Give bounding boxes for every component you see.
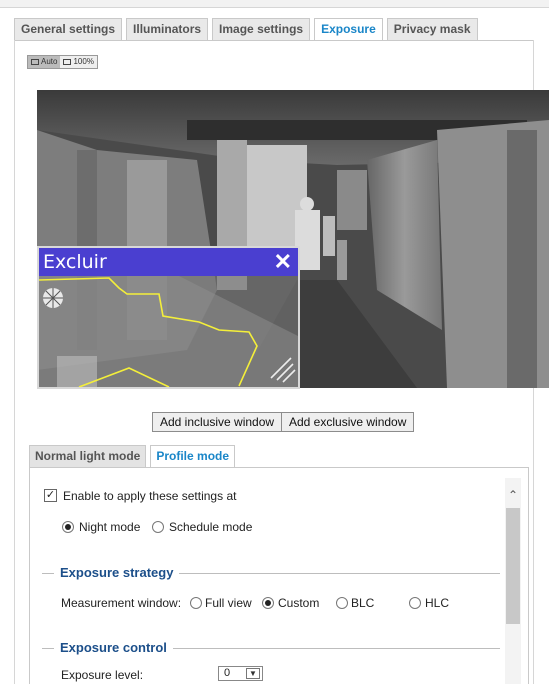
tab-image-settings[interactable]: Image settings [212,18,311,40]
mode-tabs: Normal light mode Profile mode [29,445,239,467]
chevron-down-icon[interactable]: ▼ [246,668,260,679]
exposure-level-value: 0 [224,667,231,679]
night-mode-label: Night mode [79,520,141,534]
tab-general-settings[interactable]: General settings [14,18,123,40]
checkmark-icon: ✓ [45,489,56,501]
chevron-up-icon[interactable]: ⌃ [508,488,518,502]
exclusive-window-header[interactable]: Excluir ✕ [39,248,298,276]
hlc-label: HLC [425,596,450,610]
exposure-control-title: Exposure control [54,640,173,655]
schedule-mode-radio[interactable] [152,521,164,533]
full-view-radio[interactable] [190,597,202,609]
exclusive-window[interactable]: Excluir ✕ [37,246,300,389]
zoom-100-label: 100% [73,57,94,66]
custom-label: Custom [278,596,320,610]
scrollbar-thumb[interactable] [506,508,520,624]
zoom-auto-button[interactable]: Auto [28,56,61,68]
exclusive-window-title: Excluir [43,251,107,273]
tab-profile-mode[interactable]: Profile mode [150,445,236,467]
enable-checkbox[interactable]: ✓ [44,489,57,502]
zoom-100-button[interactable]: 100% [60,56,96,68]
exposure-control-section: Exposure control [42,640,500,655]
exposure-level-label: Exposure level: [61,668,144,682]
window-preview [38,276,298,388]
fit-icon [31,59,39,65]
measurement-window-label: Measurement window: [61,596,182,610]
full-view-label: Full view [205,596,252,610]
schedule-mode-label: Schedule mode [169,520,253,534]
tab-illuminators[interactable]: Illuminators [126,18,209,40]
night-mode-radio[interactable] [62,521,74,533]
fit-icon [63,59,72,65]
profile-scrollbar[interactable]: ⌃ [505,478,521,684]
exposure-strategy-section: Exposure strategy [42,565,500,580]
exposure-level-select[interactable]: 0 ▼ [218,666,263,681]
zoom-toggle: Auto 100% [27,55,98,69]
add-inclusive-window-button[interactable]: Add inclusive window [152,412,283,432]
tab-exposure[interactable]: Exposure [314,18,383,40]
settings-tabs: General settings Illuminators Image sett… [14,18,482,40]
custom-radio[interactable] [262,597,274,609]
zoom-auto-label: Auto [41,57,58,66]
exposure-strategy-title: Exposure strategy [54,565,180,580]
add-exclusive-window-button[interactable]: Add exclusive window [281,412,415,432]
enable-label: Enable to apply these settings at [63,489,237,503]
exclusive-window-area[interactable] [38,276,298,388]
tab-privacy-mask[interactable]: Privacy mask [386,18,478,40]
top-rule [0,0,549,8]
blc-label: BLC [351,596,375,610]
blc-radio[interactable] [336,597,348,609]
close-icon[interactable]: ✕ [274,251,292,273]
hlc-radio[interactable] [409,597,421,609]
tab-normal-light-mode[interactable]: Normal light mode [29,445,147,467]
